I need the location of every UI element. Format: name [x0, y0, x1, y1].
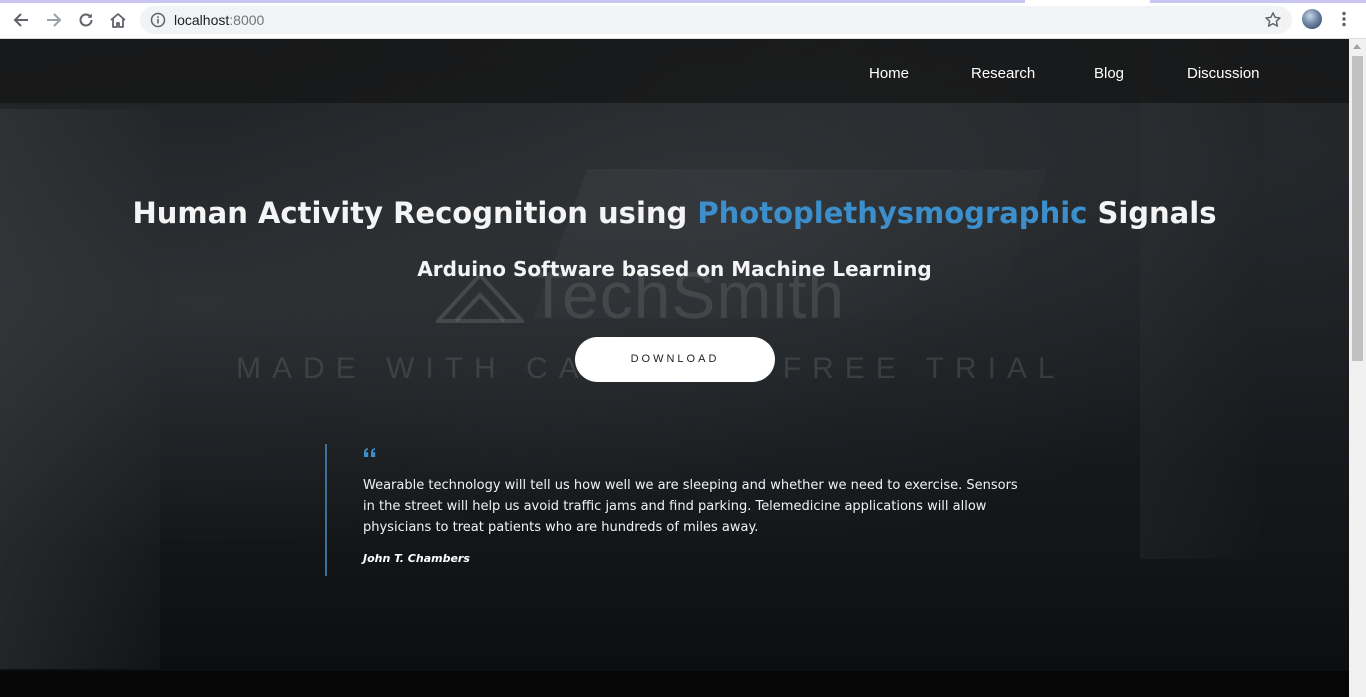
tab-strip-right: [1150, 0, 1366, 3]
reload-icon[interactable]: [75, 9, 97, 31]
hero-subtitle: Arduino Software based on Machine Learni…: [417, 257, 932, 281]
forward-arrow-icon[interactable]: [43, 9, 65, 31]
page-scrollbar[interactable]: [1349, 39, 1366, 697]
download-button[interactable]: DOWNLOAD: [575, 337, 775, 382]
back-arrow-icon[interactable]: [10, 9, 32, 31]
quote-text: Wearable technology will tell us how wel…: [363, 478, 1018, 535]
quote-author: John T. Chambers: [363, 552, 470, 565]
bookmark-star-icon[interactable]: [1264, 11, 1282, 29]
hero-title-accent: Photoplethysmographic: [697, 196, 1088, 230]
site-navbar: Home Research Blog Discussion: [0, 39, 1349, 103]
home-icon[interactable]: [107, 9, 129, 31]
page-viewport: TechSmith MADE WITH CAMTASIA FREE TRIAL …: [0, 39, 1349, 697]
browser-toolbar: localhost:8000: [0, 0, 1366, 39]
section-divider: [0, 671, 1349, 697]
scroll-up-arrow-icon[interactable]: [1353, 44, 1361, 49]
nav-link-research[interactable]: Research: [971, 65, 1035, 82]
url-text[interactable]: localhost:8000: [174, 12, 264, 28]
more-menu-icon[interactable]: [1335, 10, 1353, 28]
tab-strip: [0, 0, 1025, 3]
nav-link-blog[interactable]: Blog: [1094, 65, 1124, 82]
profile-avatar[interactable]: [1302, 9, 1322, 29]
address-bar[interactable]: localhost:8000: [140, 6, 1292, 34]
quote-block: Wearable technology will tell us how wel…: [325, 444, 1035, 576]
quote-mark-icon: [364, 448, 376, 457]
scrollbar-thumb[interactable]: [1352, 56, 1363, 361]
hero-title: Human Activity Recognition using Photopl…: [132, 196, 1217, 230]
site-info-icon[interactable]: [150, 12, 166, 28]
nav-link-home[interactable]: Home: [869, 65, 909, 82]
nav-link-discussion[interactable]: Discussion: [1187, 65, 1260, 82]
